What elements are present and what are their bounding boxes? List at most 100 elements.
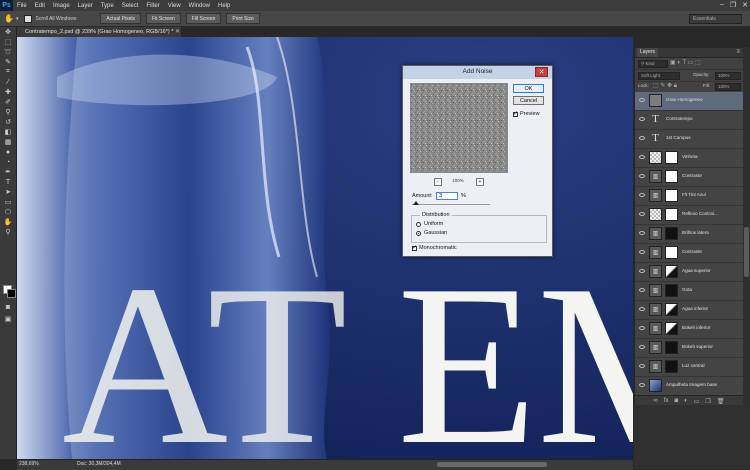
layer-row[interactable]: ▥ Gota [635, 282, 743, 301]
new-layer-icon[interactable]: ❐ [705, 398, 710, 405]
visibility-eye-icon[interactable] [639, 174, 645, 178]
layer-mask-thumbnail[interactable] [665, 170, 678, 183]
dialog-close-button[interactable]: ✕ [535, 67, 548, 77]
visibility-eye-icon[interactable] [639, 326, 645, 330]
layer-row[interactable]: Ampulheta Imagem base [635, 377, 743, 396]
layer-row[interactable]: ▥ Contraste [635, 168, 743, 187]
lasso-tool-icon[interactable]: ➰ [0, 47, 16, 57]
gaussian-radio[interactable] [416, 231, 421, 236]
close-icon[interactable]: ✕ [742, 1, 748, 9]
layer-row[interactable]: ▥ Bokeh superior [635, 339, 743, 358]
tool-preset-dropdown-icon[interactable]: ▾ [16, 16, 19, 22]
horizontal-scrollbar-thumb[interactable] [437, 462, 547, 467]
visibility-eye-icon[interactable] [639, 250, 645, 254]
minimize-icon[interactable]: – [720, 1, 724, 9]
lock-icons[interactable]: ⬚ ✎ ✥ 🔒︎ [653, 82, 677, 90]
layer-row[interactable]: ▥ Bokeh inferior [635, 320, 743, 339]
layer-row[interactable]: T Contratempo [635, 111, 743, 130]
layer-mask-thumbnail[interactable] [665, 341, 678, 354]
layer-mask-thumbnail[interactable] [665, 322, 678, 335]
uniform-radio[interactable] [416, 222, 421, 227]
layers-vertical-scrollbar[interactable] [743, 47, 750, 405]
fill-screen-button[interactable]: Fill Screen [185, 13, 222, 24]
layer-row[interactable]: ▥ Luz central [635, 358, 743, 377]
visibility-eye-icon[interactable] [639, 364, 645, 368]
visibility-eye-icon[interactable] [639, 117, 645, 121]
layer-row[interactable]: ▥ Agua inferior [635, 301, 743, 320]
marquee-tool-icon[interactable]: ⬚ [0, 37, 16, 47]
hand-tool-panel-icon[interactable]: ✋ [0, 217, 16, 227]
layer-mask-thumbnail[interactable] [665, 284, 678, 297]
healing-brush-tool-icon[interactable]: ✚ [0, 87, 16, 97]
visibility-eye-icon[interactable] [639, 288, 645, 292]
layer-row[interactable]: Grao Homogeneo [635, 92, 743, 111]
visibility-eye-icon[interactable] [639, 383, 645, 387]
new-group-folder-icon[interactable]: ▭ [694, 398, 700, 405]
adjustment-layer-icon[interactable]: ◐ [684, 398, 688, 404]
layer-mask-thumbnail[interactable] [665, 246, 678, 259]
zoom-in-button[interactable]: + [476, 178, 484, 186]
layer-mask-thumbnail[interactable] [665, 360, 678, 373]
menu-window[interactable]: Window [185, 3, 214, 9]
scroll-all-windows-checkbox[interactable] [24, 14, 33, 23]
visibility-eye-icon[interactable] [639, 231, 645, 235]
pen-tool-icon[interactable]: ✒ [0, 167, 16, 177]
close-tab-icon[interactable]: ✕ [175, 28, 180, 35]
menu-view[interactable]: View [164, 3, 185, 9]
menu-type[interactable]: Type [97, 3, 118, 9]
shape-tool-icon[interactable]: ▭ [0, 197, 16, 207]
amount-slider[interactable] [412, 201, 490, 205]
blend-mode-select[interactable]: Soft Light [638, 72, 680, 80]
delete-layer-trash-icon[interactable]: 🗑︎ [717, 398, 725, 405]
3d-tool-icon[interactable]: ⬡ [0, 207, 16, 217]
path-select-tool-icon[interactable]: ➤ [0, 187, 16, 197]
layer-row[interactable]: ▥ Agua superior [635, 263, 743, 282]
layer-mask-thumbnail[interactable] [665, 265, 678, 278]
dialog-titlebar[interactable]: Add Noise ✕ [403, 66, 552, 79]
amount-slider-thumb[interactable] [413, 201, 420, 205]
zoom-tool-icon[interactable]: ⚲ [0, 227, 16, 237]
noise-preview[interactable] [410, 83, 508, 173]
zoom-level[interactable]: 238,69% [19, 461, 39, 467]
amount-input[interactable]: 3 [436, 192, 458, 200]
visibility-eye-icon[interactable] [639, 155, 645, 159]
add-mask-icon[interactable]: ◙ [675, 398, 679, 404]
move-tool-icon[interactable]: ✥ [0, 27, 16, 37]
layer-row[interactable]: Vinheta [635, 149, 743, 168]
eyedropper-tool-icon[interactable]: ⁄ [0, 77, 16, 87]
quick-mask-icon[interactable]: ◙ [0, 302, 16, 312]
brush-tool-icon[interactable]: ✐ [0, 97, 16, 107]
crop-tool-icon[interactable]: ⌗ [0, 67, 16, 77]
history-brush-tool-icon[interactable]: ↺ [0, 117, 16, 127]
menu-edit[interactable]: Edit [31, 3, 49, 9]
hand-tool-icon[interactable]: ✋ [4, 14, 14, 23]
preview-checkbox[interactable] [513, 110, 518, 117]
filter-icons[interactable]: ▣ ◐ T ▭ ⬚ [670, 59, 701, 66]
layer-row[interactable]: ▥ Flt Tint Azul [635, 187, 743, 206]
fill-input[interactable]: 100% [715, 83, 741, 91]
dodge-tool-icon[interactable]: ◔ [0, 157, 16, 167]
link-layers-icon[interactable]: ∞ [654, 398, 658, 404]
visibility-eye-icon[interactable] [639, 98, 645, 102]
layer-mask-thumbnail[interactable] [665, 303, 678, 316]
layer-row[interactable]: ▥ Brilhos latera [635, 225, 743, 244]
menu-help[interactable]: Help [214, 3, 234, 9]
visibility-eye-icon[interactable] [639, 307, 645, 311]
layer-row[interactable]: ▥ Contraste [635, 244, 743, 263]
fit-screen-button[interactable]: Fit Screen [145, 13, 181, 24]
visibility-eye-icon[interactable] [639, 212, 645, 216]
actual-pixels-button[interactable]: Actual Pixels [100, 13, 141, 24]
quick-select-tool-icon[interactable]: ✎ [0, 57, 16, 67]
eraser-tool-icon[interactable]: ◧ [0, 127, 16, 137]
menu-file[interactable]: File [13, 3, 31, 9]
layers-scrollbar-thumb[interactable] [744, 227, 749, 277]
menu-image[interactable]: Image [49, 3, 74, 9]
opacity-input[interactable]: 100% [715, 72, 741, 80]
layer-mask-thumbnail[interactable] [665, 189, 678, 202]
layer-row[interactable]: T 1st Campus [635, 130, 743, 149]
visibility-eye-icon[interactable] [639, 136, 645, 140]
type-tool-icon[interactable]: T [0, 177, 16, 187]
panel-menu-icon[interactable]: ≡ [736, 49, 740, 55]
cancel-button[interactable]: Cancel [513, 96, 544, 105]
layers-tab[interactable]: Layers [637, 48, 659, 57]
